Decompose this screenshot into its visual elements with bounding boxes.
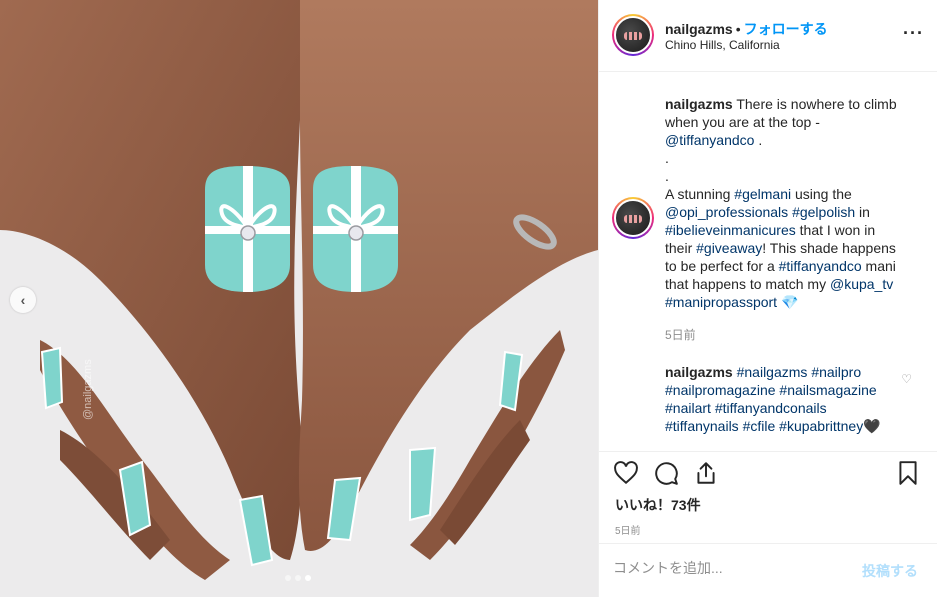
comment-username[interactable]: nailgazms [665,364,733,380]
ellipsis-icon[interactable]: ··· [903,24,924,42]
share-icon[interactable] [693,460,719,486]
caption-text: . [665,168,669,184]
post-actions: いいね！73件 5日前 [599,451,937,543]
carousel-dot-active [305,575,311,581]
hashtag-link[interactable]: #nailart [665,400,711,416]
avatar[interactable] [612,14,654,56]
caption-text: A stunning [665,186,731,202]
nail-right [313,166,398,292]
caption-time: 5日前 [665,328,696,342]
nail-left [205,166,290,292]
comments-scroll[interactable]: nailgazms There is nowhere to climb when… [599,73,937,451]
hashtag-link[interactable]: #cfile [743,418,776,434]
header-line: nailgazms • フォローする [665,19,828,39]
location-link[interactable]: Chino Hills, California [665,38,780,52]
hashtag-link[interactable]: #tiffanyandconails [715,400,827,416]
hashtag-link[interactable]: #giveaway [696,240,762,256]
header-separator: • [735,21,741,37]
caption-text: in [859,204,870,220]
chevron-left-icon[interactable]: ‹ [10,287,36,313]
avatar[interactable] [612,197,654,239]
gem-emoji: 💎 [780,294,799,310]
caption-username[interactable]: nailgazms [665,96,733,112]
hashtag-link[interactable]: #nailsmagazine [779,382,876,398]
mention-link[interactable]: @tiffanyandco [665,132,754,148]
comment-icon[interactable] [653,460,679,486]
hashtag-link[interactable]: #tiffanyandco [779,258,862,274]
post-header: nailgazms • フォローする Chino Hills, California… [599,0,937,72]
caption-text: using the [795,186,852,202]
comment: nailgazms #nailgazms #nailpro #nailproma… [665,363,900,435]
hashtag-link[interactable]: #gelpolish [792,204,855,220]
hashtag-link[interactable]: #nailgazms [737,364,808,380]
comment-like-icon[interactable]: ♡ [901,372,912,386]
like-count[interactable]: いいね！73件 [615,495,701,515]
hashtag-link[interactable]: #nailpro [811,364,861,380]
comment-input[interactable] [613,560,843,576]
caption: nailgazms There is nowhere to climb when… [665,95,900,311]
mention-link[interactable]: @opi_professionals [665,204,788,220]
add-comment-bar: 投稿する [599,543,937,597]
post-media[interactable]: @nailgazms ‹ [0,0,598,597]
post-side-panel: nailgazms • フォローする Chino Hills, California… [598,0,937,597]
post-date: 5日前 [615,526,641,537]
carousel-dot [295,575,301,581]
caption-text: . [665,150,669,166]
hashtag-link[interactable]: #nailpromagazine [665,382,776,398]
hashtag-link[interactable]: #kupabrittney🖤 [779,418,881,434]
carousel-dot [285,575,291,581]
caption-text: . [758,132,763,148]
header-username[interactable]: nailgazms [665,21,733,37]
follow-button[interactable]: フォローする [744,21,828,37]
bookmark-icon[interactable] [895,460,921,486]
nail-photo [0,0,598,597]
hashtag-link[interactable]: #tiffanynails [665,418,739,434]
hashtag-link[interactable]: #ibelieveinmanicures [665,222,796,238]
hashtag-link[interactable]: #manipropassport [665,294,777,310]
carousel-indicator [285,575,311,581]
mention-link[interactable]: @kupa_tv [830,276,893,292]
hashtag-link[interactable]: #gelmani [734,186,791,202]
instagram-post: @nailgazms ‹ nailgazms • フォローする Chino Hill… [0,0,937,597]
post-comment-button[interactable]: 投稿する [862,561,918,581]
heart-icon[interactable] [613,460,639,486]
photo-watermark: @nailgazms [82,359,94,420]
